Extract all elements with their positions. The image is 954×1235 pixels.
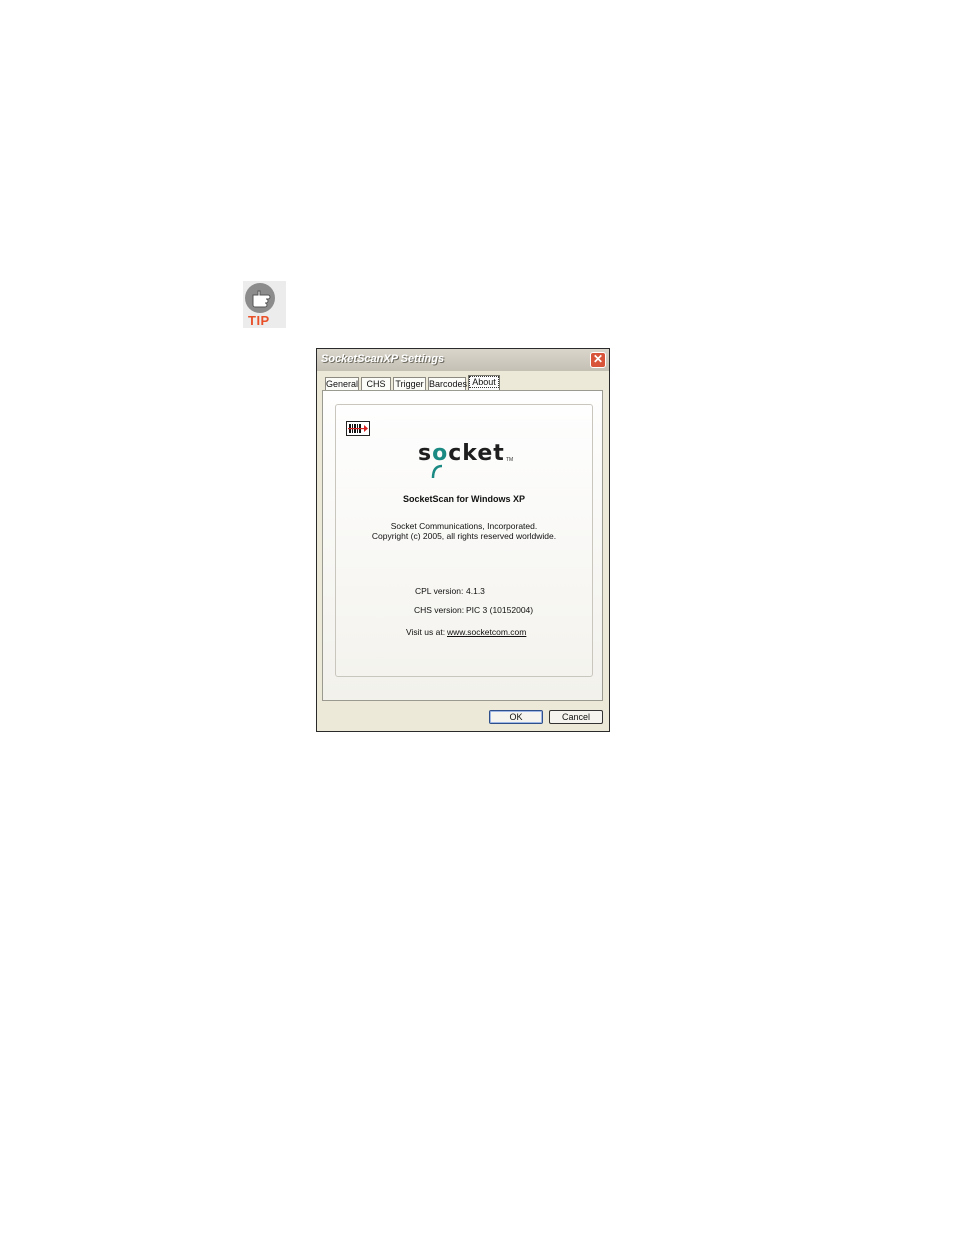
cancel-button[interactable]: Cancel: [549, 710, 603, 724]
website-link[interactable]: www.socketcom.com: [447, 627, 526, 637]
tab-barcodes[interactable]: Barcodes: [428, 377, 467, 390]
chs-version-label: CHS version:: [414, 605, 465, 615]
company-info: Socket Communications, Incorporated. Cop…: [336, 521, 592, 541]
tip-label: TIP: [248, 313, 270, 328]
company-line: Socket Communications, Incorporated.: [390, 521, 538, 531]
tab-general[interactable]: General: [325, 377, 359, 390]
visit-label: Visit us at:: [406, 627, 446, 637]
ok-button[interactable]: OK: [489, 710, 543, 724]
about-group-box: socket TM SocketScan for Windows XP Sock…: [335, 404, 593, 677]
barcode-scanner-icon: [346, 421, 370, 436]
about-panel: socket TM SocketScan for Windows XP Sock…: [322, 390, 603, 701]
trademark-mark: TM: [506, 457, 514, 463]
settings-window: SocketScanXP Settings ✕ General CHS Trig…: [316, 348, 610, 732]
pointing-hand-icon: [245, 283, 275, 313]
cpl-version-value: 4.1.3: [466, 586, 485, 596]
tab-trigger[interactable]: Trigger: [393, 377, 426, 390]
title-bar[interactable]: SocketScanXP Settings ✕: [317, 349, 609, 371]
tab-about[interactable]: About: [468, 375, 500, 391]
cpl-version-label: CPL version:: [415, 586, 464, 596]
close-button[interactable]: ✕: [590, 352, 606, 368]
window-title: SocketScanXP Settings: [321, 353, 445, 365]
logo-swoosh-icon: [431, 464, 443, 479]
socket-logo: socket TM: [418, 441, 514, 483]
chs-version-value: PIC 3 (10152004): [466, 605, 534, 615]
tip-callout: TIP: [243, 281, 286, 328]
close-icon: ✕: [592, 352, 604, 366]
copyright-line: Copyright (c) 2005, all rights reserved …: [371, 531, 557, 541]
tab-chs[interactable]: CHS: [361, 377, 391, 390]
product-name: SocketScan for Windows XP: [403, 494, 525, 504]
